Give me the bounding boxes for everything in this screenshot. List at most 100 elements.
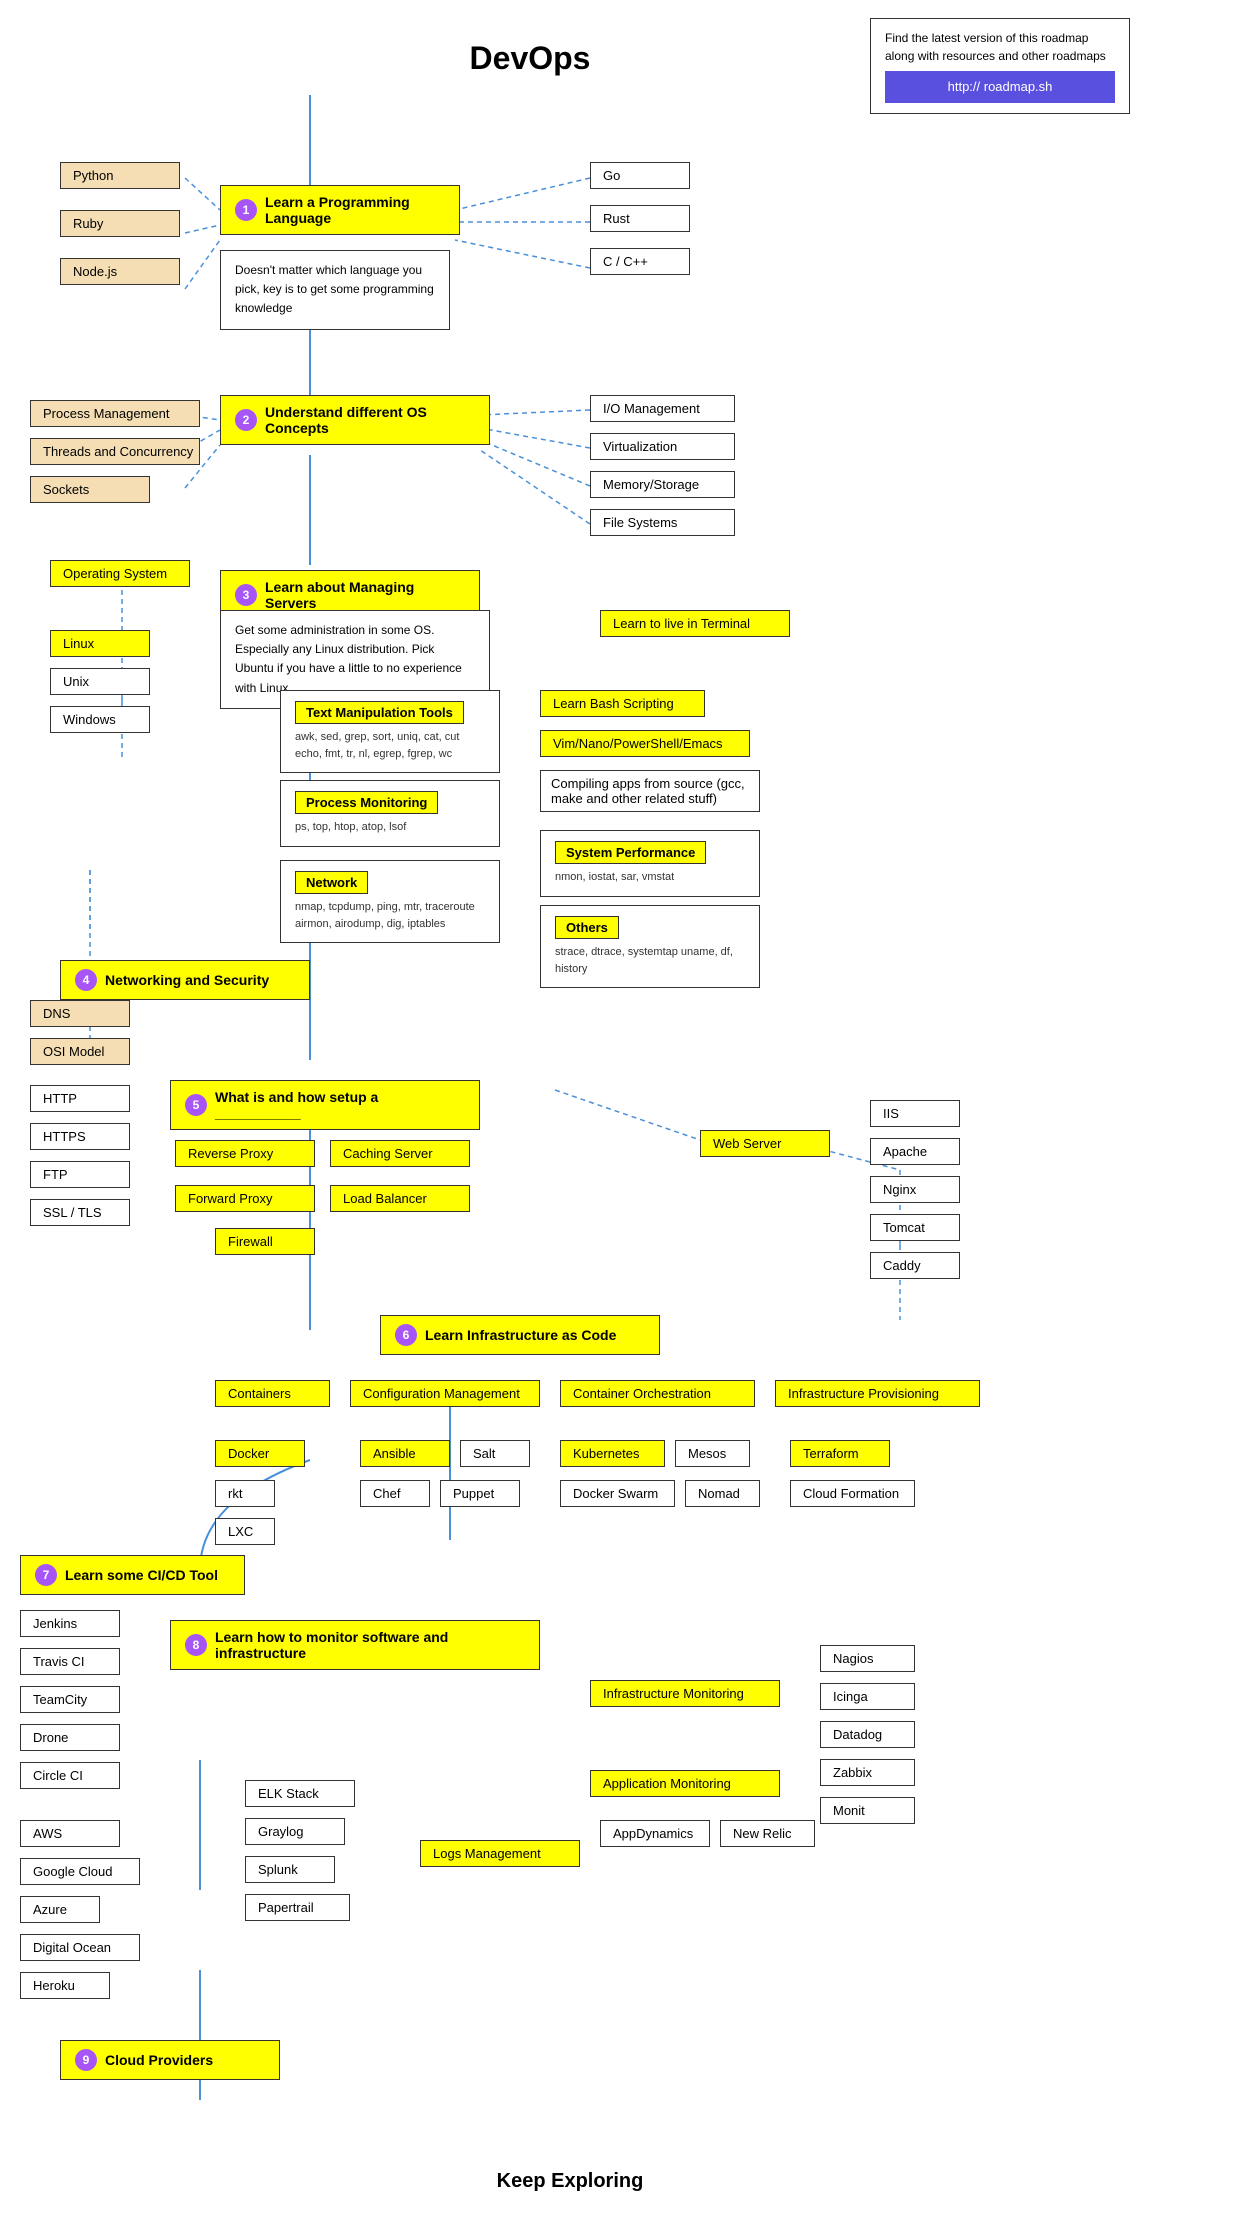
jenkins-box: Jenkins [20, 1610, 120, 1637]
container-orch-box: Container Orchestration [560, 1380, 755, 1407]
rust-box: Rust [590, 205, 690, 232]
windows-box: Windows [50, 706, 150, 733]
os-box: Operating System [50, 560, 190, 587]
info-box-text: Find the latest version of this roadmap … [885, 31, 1106, 63]
logs-mgmt-box: Logs Management [420, 1840, 580, 1867]
section-9-header: 9 Cloud Providers [60, 2040, 280, 2080]
section-2-number: 2 [235, 409, 257, 431]
nginx-box: Nginx [870, 1176, 960, 1203]
roadmap-link[interactable]: http:// roadmap.sh [885, 71, 1115, 103]
section-1-label: Learn a Programming Language [265, 194, 445, 226]
section-7-number: 7 [35, 1564, 57, 1586]
mesos-box: Mesos [675, 1440, 750, 1467]
zabbix-box: Zabbix [820, 1759, 915, 1786]
azure-box: Azure [20, 1896, 100, 1923]
network-group: Network nmap, tcpdump, ping, mtr, tracer… [280, 860, 500, 943]
splunk-box: Splunk [245, 1856, 335, 1883]
section-7-header: 7 Learn some CI/CD Tool [20, 1555, 245, 1595]
section-6-number: 6 [395, 1324, 417, 1346]
text-manip-title: Text Manipulation Tools [295, 701, 464, 724]
heroku-box: Heroku [20, 1972, 110, 1999]
terminal-box: Learn to live in Terminal [600, 610, 790, 637]
kubernetes-box: Kubernetes [560, 1440, 665, 1467]
monit-box: Monit [820, 1797, 915, 1824]
others-sub: strace, dtrace, systemtap uname, df, his… [555, 944, 745, 977]
caddy-box: Caddy [870, 1252, 960, 1279]
section-8-label: Learn how to monitor software and infras… [215, 1629, 525, 1661]
process-monitor-sub: ps, top, htop, atop, lsof [295, 819, 485, 836]
sys-perf-group: System Performance nmon, iostat, sar, vm… [540, 830, 760, 897]
osi-box: OSI Model [30, 1038, 130, 1065]
python-box: Python [60, 162, 180, 189]
teamcity-box: TeamCity [20, 1686, 120, 1713]
info-box: Find the latest version of this roadmap … [870, 18, 1130, 114]
rkt-box: rkt [215, 1480, 275, 1507]
http-box: HTTP [30, 1085, 130, 1112]
text-manip-sub: awk, sed, grep, sort, uniq, cat, cut ech… [295, 729, 485, 762]
containers-box: Containers [215, 1380, 330, 1407]
reverse-proxy-box: Reverse Proxy [175, 1140, 315, 1167]
travis-ci-box: Travis CI [20, 1648, 120, 1675]
section-7-label: Learn some CI/CD Tool [65, 1567, 218, 1583]
text-manip-group: Text Manipulation Tools awk, sed, grep, … [280, 690, 500, 773]
section-6-label: Learn Infrastructure as Code [425, 1327, 616, 1343]
section-3-label: Learn about Managing Servers [265, 579, 465, 611]
tomcat-box: Tomcat [870, 1214, 960, 1241]
apache-box: Apache [870, 1138, 960, 1165]
network-title: Network [295, 871, 368, 894]
cplusplus-box: C / C++ [590, 248, 690, 275]
papertrail-box: Papertrail [245, 1894, 350, 1921]
ruby-box: Ruby [60, 210, 180, 237]
section-5-label: What is and how setup a ___________ [215, 1089, 465, 1121]
salt-box: Salt [460, 1440, 530, 1467]
bash-box: Learn Bash Scripting [540, 690, 705, 717]
app-dynamics-box: AppDynamics [600, 1820, 710, 1847]
footer-text: Keep Exploring [430, 2170, 710, 2193]
google-cloud-box: Google Cloud [20, 1858, 140, 1885]
linux-box: Linux [50, 630, 150, 657]
virtualization-box: Virtualization [590, 433, 735, 460]
caching-server-box: Caching Server [330, 1140, 470, 1167]
section-2-label: Understand different OS Concepts [265, 404, 475, 436]
infra-monitor-box: Infrastructure Monitoring [590, 1680, 780, 1707]
new-relic-box: New Relic [720, 1820, 815, 1847]
digital-ocean-box: Digital Ocean [20, 1934, 140, 1961]
section-6-header: 6 Learn Infrastructure as Code [380, 1315, 660, 1355]
icinga-box: Icinga [820, 1683, 915, 1710]
elk-box: ELK Stack [245, 1780, 355, 1807]
puppet-box: Puppet [440, 1480, 520, 1507]
sys-perf-title: System Performance [555, 841, 706, 864]
cloud-formation-box: Cloud Formation [790, 1480, 915, 1507]
memory-storage-box: Memory/Storage [590, 471, 735, 498]
section-1-number: 1 [235, 199, 257, 221]
unix-box: Unix [50, 668, 150, 695]
threads-box: Threads and Concurrency [30, 438, 200, 465]
chef-box: Chef [360, 1480, 430, 1507]
forward-proxy-box: Forward Proxy [175, 1185, 315, 1212]
vimnano-box: Vim/Nano/PowerShell/Emacs [540, 730, 750, 757]
file-systems-box: File Systems [590, 509, 735, 536]
web-server-box: Web Server [700, 1130, 830, 1157]
docker-box: Docker [215, 1440, 305, 1467]
sockets-box: Sockets [30, 476, 150, 503]
go-box: Go [590, 162, 690, 189]
ssl-tls-box: SSL / TLS [30, 1199, 130, 1226]
graylog-box: Graylog [245, 1818, 345, 1845]
section-9-number: 9 [75, 2049, 97, 2071]
others-group: Others strace, dtrace, systemtap uname, … [540, 905, 760, 988]
process-monitor-group: Process Monitoring ps, top, htop, atop, … [280, 780, 500, 847]
section-4-label: Networking and Security [105, 972, 269, 988]
circle-ci-box: Circle CI [20, 1762, 120, 1789]
terraform-box: Terraform [790, 1440, 890, 1467]
io-mgmt-box: I/O Management [590, 395, 735, 422]
network-sub: nmap, tcpdump, ping, mtr, traceroute air… [295, 899, 485, 932]
process-mgmt-box: Process Management [30, 400, 200, 427]
others-title: Others [555, 916, 619, 939]
process-monitor-title: Process Monitoring [295, 791, 438, 814]
infra-prov-box: Infrastructure Provisioning [775, 1380, 980, 1407]
drone-box: Drone [20, 1724, 120, 1751]
firewall-box: Firewall [215, 1228, 315, 1255]
datadog-box: Datadog [820, 1721, 915, 1748]
config-mgmt-box: Configuration Management [350, 1380, 540, 1407]
section-4-number: 4 [75, 969, 97, 991]
